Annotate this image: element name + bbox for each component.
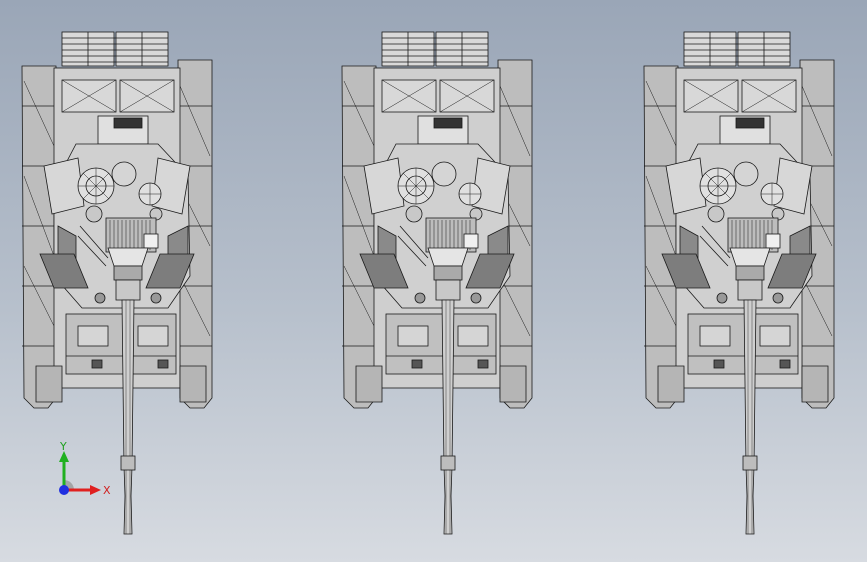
x-axis-label: X [103,484,111,497]
rear-drums [61,31,169,67]
left-track [21,65,57,409]
main-gun-barrel [441,299,455,535]
coordinate-triad: Y X [59,440,111,497]
main-gun-barrel [121,299,135,535]
left-track [643,65,679,409]
x-axis-head [90,485,101,495]
z-axis-dot [59,485,69,495]
main-gun-barrel [743,299,757,535]
y-axis-label: Y [59,440,67,453]
tank-model-2[interactable] [338,26,558,538]
rear-drums [683,31,791,67]
graphics-viewport[interactable]: Y X [0,0,867,562]
left-track [341,65,377,409]
rear-drums [381,31,489,67]
tank-model-3[interactable] [640,26,860,538]
